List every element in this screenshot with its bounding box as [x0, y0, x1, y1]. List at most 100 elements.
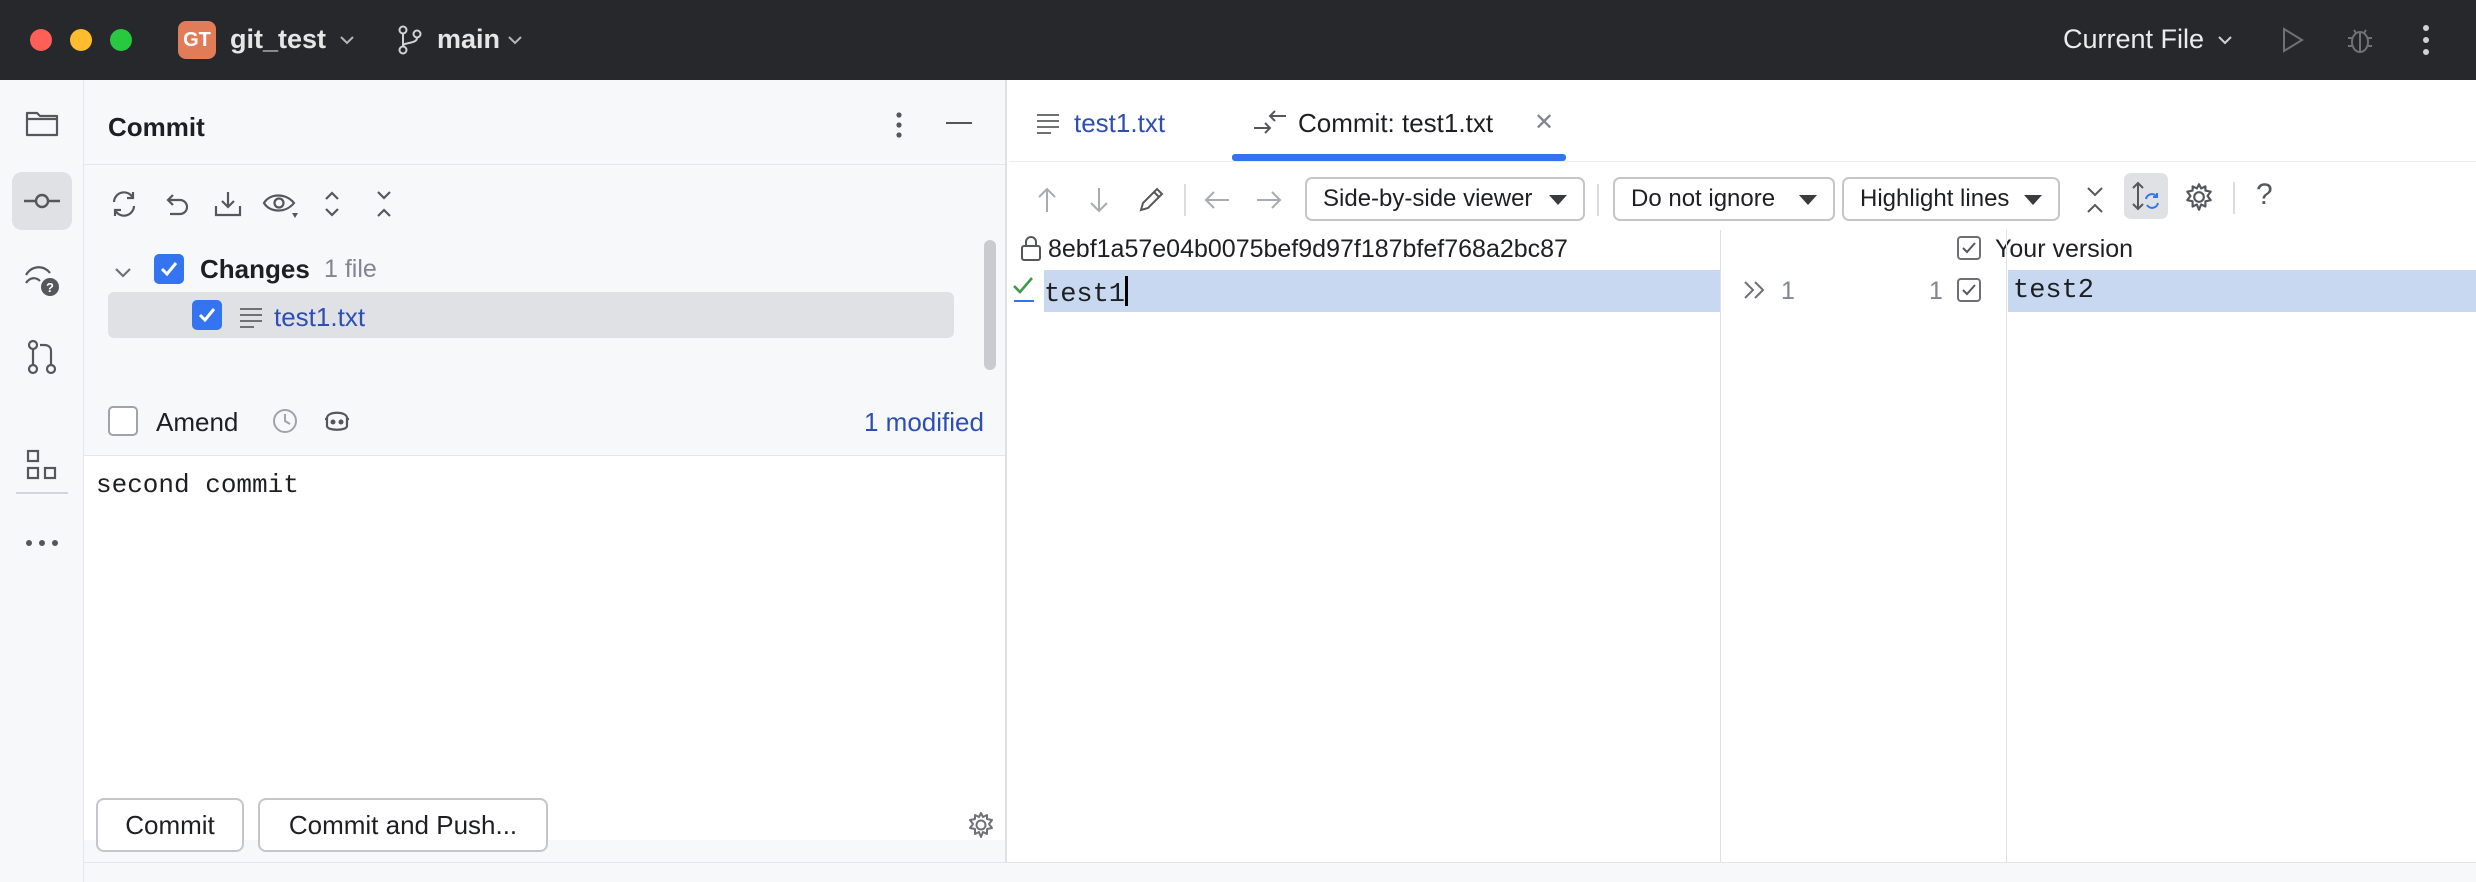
viewer-mode-dropdown[interactable]: Side-by-side viewer [1305, 177, 1585, 221]
vcs-help-tool-button[interactable]: ? [12, 250, 72, 308]
left-line-number: 1 [1781, 277, 1795, 305]
highlight-mode-dropdown[interactable]: Highlight lines [1842, 177, 2060, 221]
structure-icon [26, 449, 57, 480]
caret-down-icon [1799, 195, 1817, 205]
history-icon[interactable] [270, 406, 300, 436]
more-icon[interactable] [2418, 22, 2434, 58]
left-revision-header: 8ebf1a57e04b0075bef9d97f187bfef768a2bc87 [1048, 235, 1568, 263]
gear-icon[interactable] [2183, 181, 2215, 213]
close-window-button[interactable] [30, 29, 52, 51]
panel-scrollbar[interactable] [984, 240, 996, 370]
changes-checkbox[interactable] [154, 254, 184, 284]
sync-scroll-toggle[interactable] [2124, 173, 2168, 219]
preview-icon [262, 194, 298, 218]
commit-icon [24, 193, 60, 209]
changed-file-name[interactable]: test1.txt [274, 302, 365, 333]
commit-and-push-button[interactable]: Commit and Push... [258, 798, 548, 852]
check-icon [198, 308, 216, 323]
pull-requests-tool-button[interactable] [12, 328, 72, 386]
collapse-unchanged-icon [2087, 187, 2103, 213]
update-button[interactable] [208, 184, 248, 224]
file-checkbox[interactable] [192, 300, 222, 330]
project-badge[interactable]: GT [178, 21, 216, 59]
gear-icon[interactable] [966, 810, 996, 840]
panel-header-divider [84, 164, 1005, 165]
arrow-left-icon [1204, 191, 1229, 209]
commit-panel: Commit Changes 1 file test1.txt Amend 1 … [84, 80, 1007, 862]
expand-all-button[interactable] [312, 184, 352, 224]
help-icon[interactable]: ? [2256, 178, 2273, 212]
diff-divider-right [2006, 230, 2007, 862]
check-icon [1962, 242, 1976, 254]
caret-down-icon [1549, 195, 1567, 205]
ai-assistant-icon[interactable] [322, 406, 352, 436]
diff-icon [1254, 110, 1286, 134]
edit-source-button[interactable] [1133, 182, 1169, 218]
changes-count: 1 file [324, 255, 377, 283]
amend-label[interactable]: Amend [156, 407, 238, 438]
pencil-icon [1139, 187, 1164, 212]
inspection-ok-icon [1013, 277, 1034, 302]
toolbar-divider [2233, 182, 2235, 214]
arrow-down-icon [1090, 188, 1108, 213]
structure-tool-button[interactable] [12, 436, 72, 494]
changed-file-row[interactable] [108, 292, 954, 338]
lock-icon [1021, 236, 1041, 261]
apply-change-icon[interactable] [1742, 278, 1768, 302]
modified-files-link[interactable]: 1 modified [864, 407, 984, 438]
more-tools-button[interactable] [12, 514, 72, 572]
collapse-all-button[interactable] [364, 184, 404, 224]
commit-message-text[interactable]: second commit [96, 470, 299, 500]
commit-tool-button[interactable] [12, 172, 72, 230]
changes-group-label: Changes [200, 254, 310, 284]
minimize-window-button[interactable] [70, 29, 92, 51]
svg-text:?: ? [46, 280, 54, 295]
diff-viewer [1009, 230, 2476, 862]
previous-difference-button[interactable] [1029, 182, 1065, 218]
close-tab-icon[interactable]: ✕ [1534, 108, 1554, 137]
hide-panel-button[interactable] [946, 122, 972, 124]
update-icon [214, 192, 242, 217]
right-code-line[interactable]: test2 [2013, 276, 2094, 306]
amend-checkbox[interactable] [108, 406, 138, 436]
commit-message-editor[interactable]: second commit [84, 455, 1005, 840]
debug-icon[interactable] [2344, 24, 2376, 56]
viewer-mode-value: Side-by-side viewer [1323, 185, 1533, 212]
chevron-down-icon[interactable] [112, 262, 134, 284]
left-changed-line [1044, 270, 1720, 312]
run-configuration[interactable]: Current File [2063, 24, 2204, 55]
preview-button[interactable] [260, 184, 300, 224]
next-file-button[interactable] [1251, 182, 1287, 218]
collapse-unchanged-button[interactable] [2077, 182, 2113, 218]
arrow-right-icon [1257, 191, 1282, 209]
your-version-checkbox[interactable] [1957, 236, 1981, 260]
left-code-line[interactable]: test1 [1044, 276, 1129, 310]
left-line-text: test1 [1044, 280, 1126, 310]
rollback-button[interactable] [156, 184, 196, 224]
status-bar [84, 862, 2476, 882]
text-cursor [1125, 276, 1129, 306]
commit-button[interactable]: Commit [96, 798, 244, 852]
sync-scroll-icon [2132, 181, 2159, 211]
include-change-checkbox[interactable] [1957, 278, 1981, 302]
panel-options-icon[interactable] [894, 110, 904, 140]
run-icon[interactable] [2278, 26, 2306, 54]
refresh-button[interactable] [104, 184, 144, 224]
caret-down-icon [2024, 195, 2042, 205]
text-file-icon [1037, 114, 1059, 134]
project-name[interactable]: git_test [230, 24, 326, 55]
ignore-mode-dropdown[interactable]: Do not ignore [1613, 177, 1835, 221]
rollback-icon [166, 194, 189, 216]
previous-file-button[interactable] [1199, 182, 1235, 218]
tab-test1-txt[interactable]: test1.txt [1074, 108, 1165, 139]
zoom-window-button[interactable] [110, 29, 132, 51]
check-icon [1962, 284, 1976, 296]
tab-commit-test1-txt[interactable]: Commit: test1.txt [1298, 108, 1493, 139]
ignore-mode-value: Do not ignore [1631, 185, 1776, 212]
branch-name[interactable]: main [437, 24, 500, 55]
project-tool-button[interactable] [12, 94, 72, 152]
next-difference-button[interactable] [1081, 182, 1117, 218]
right-line-number: 1 [1929, 277, 1943, 305]
folder-icon [25, 111, 59, 137]
chevron-down-icon [2218, 36, 2232, 45]
